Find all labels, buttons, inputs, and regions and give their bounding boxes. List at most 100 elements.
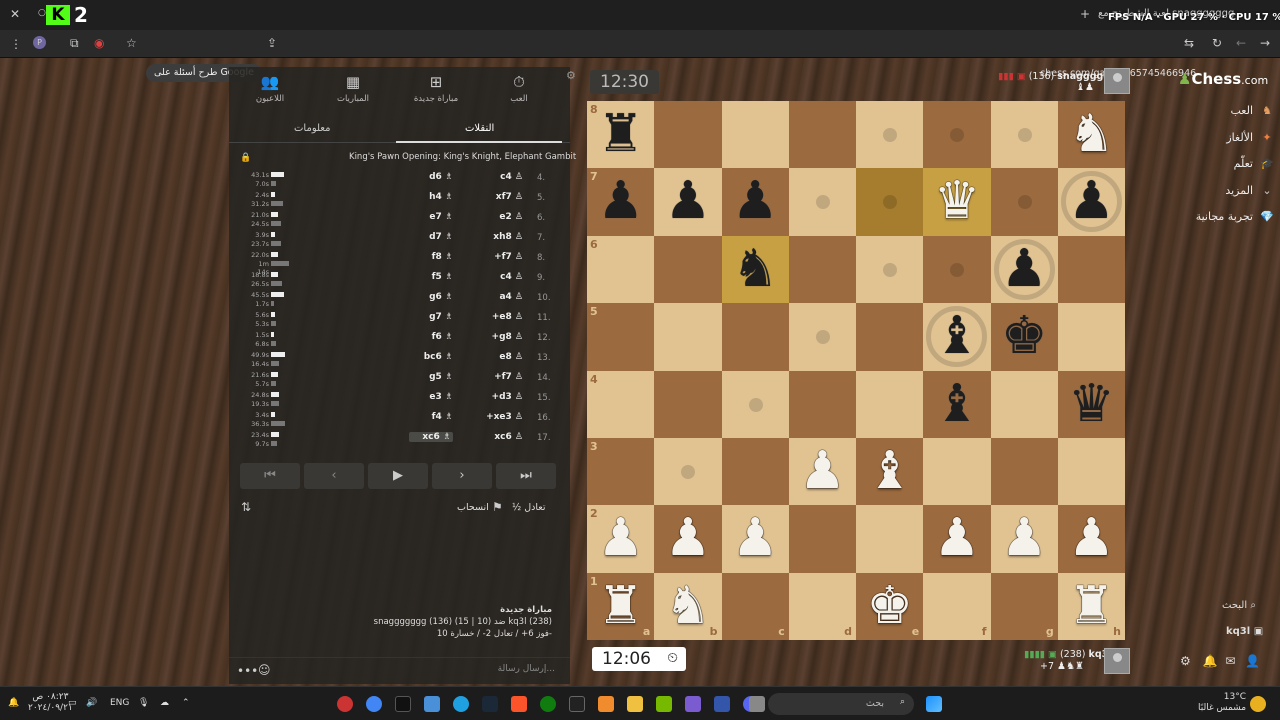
black-move[interactable]: bc6 ♗ bbox=[409, 352, 453, 362]
square-f2[interactable]: ♟ bbox=[923, 505, 991, 573]
square-c5[interactable] bbox=[721, 303, 789, 371]
white-knight-icon[interactable]: ♞ bbox=[1058, 101, 1125, 168]
square-f7[interactable]: ♛ bbox=[923, 168, 991, 236]
flip-board-icon[interactable]: ⇅ bbox=[241, 501, 251, 513]
square-g1[interactable]: g bbox=[990, 572, 1058, 640]
notifications-icon[interactable]: 🔔 bbox=[8, 698, 19, 708]
tiktok-icon[interactable] bbox=[395, 696, 411, 712]
square-e3[interactable]: ♝ bbox=[856, 437, 924, 506]
square-b1[interactable]: ♞ b bbox=[654, 572, 722, 640]
task-view-icon[interactable] bbox=[749, 696, 765, 712]
sidebar-item-2[interactable]: الألغاز ✦ bbox=[1180, 131, 1275, 144]
square-d5[interactable] bbox=[788, 303, 856, 371]
black-king-icon[interactable]: ♚ bbox=[991, 303, 1058, 370]
square-a2[interactable]: ♟ 2 bbox=[587, 505, 655, 573]
white-move[interactable]: +e8 ♙ bbox=[483, 312, 523, 322]
opening-name[interactable]: King's Pawn Opening: King's Knight, Elep… bbox=[349, 152, 576, 162]
white-move[interactable]: xh8 ♙ bbox=[483, 232, 523, 242]
black-move[interactable]: f5 ♗ bbox=[409, 272, 453, 282]
square-g3[interactable] bbox=[990, 437, 1058, 506]
draw-button[interactable]: ½ تعادل bbox=[512, 502, 546, 513]
white-pawn-icon[interactable]: ♟ bbox=[991, 505, 1058, 572]
extensions-icon[interactable]: ⧉ bbox=[70, 37, 79, 49]
square-f6[interactable] bbox=[923, 235, 991, 304]
volume-icon[interactable]: 🔊 bbox=[86, 698, 97, 708]
menu-dots-icon[interactable]: ⋮ bbox=[10, 38, 22, 50]
square-g8[interactable] bbox=[990, 101, 1058, 169]
sidebar-item-5[interactable]: تجربة مجانية 💎 bbox=[1180, 210, 1275, 223]
flag-icon[interactable]: ⚑ bbox=[492, 501, 503, 513]
square-g7[interactable] bbox=[990, 168, 1058, 236]
square-b7[interactable]: ♟ bbox=[654, 168, 722, 236]
square-e2[interactable] bbox=[856, 505, 924, 573]
white-move[interactable]: +g8 ♙ bbox=[483, 332, 523, 342]
square-g5[interactable]: ♚ bbox=[990, 303, 1058, 371]
black-move[interactable]: f6 ♗ bbox=[409, 332, 453, 342]
cloud-icon[interactable]: ☁ bbox=[160, 698, 169, 708]
white-move[interactable]: +f7 ♙ bbox=[483, 252, 523, 262]
chess-board[interactable]: ♜ 8 ♞ ♟ 7 ♟ ♟ ♛ ♟ 6 ♞ ♟ 5 ♝ ♚ 4 ♝ ♛ 3 ♟ ♝ ♟ 2 ♟ ♟ ♟ ♟ ♟ ♜ 1 a ♞ b c d ♚ e f g ♜… bbox=[587, 101, 1125, 640]
move-hint-dot[interactable] bbox=[815, 330, 830, 345]
capture-hint-ring[interactable] bbox=[926, 306, 988, 368]
black-pawn-icon[interactable]: ♟ bbox=[654, 168, 721, 235]
bottom-player-avatar[interactable] bbox=[1104, 648, 1130, 674]
bookmark-star-icon[interactable]: ☆ bbox=[126, 37, 137, 49]
square-d4[interactable] bbox=[788, 370, 856, 438]
square-h5[interactable] bbox=[1057, 303, 1125, 371]
black-move[interactable]: d7 ♗ bbox=[409, 232, 453, 242]
square-d8[interactable] bbox=[788, 101, 856, 169]
chess-com-logo[interactable]: ♟Chess.com bbox=[1178, 70, 1268, 88]
square-d3[interactable]: ♟ bbox=[788, 437, 856, 506]
black-pawn-icon[interactable]: ♟ bbox=[722, 168, 789, 235]
square-f3[interactable] bbox=[923, 437, 991, 506]
tab-new-game[interactable]: ⊞ مباراة جديدة bbox=[396, 73, 476, 104]
square-a3[interactable]: 3 bbox=[587, 437, 655, 506]
weather-widget[interactable]: 13°C مشمس غالبًا bbox=[1198, 692, 1246, 714]
square-a7[interactable]: ♟ 7 bbox=[587, 168, 655, 236]
black-knight-icon[interactable]: ♞ bbox=[722, 236, 789, 303]
chrome-icon[interactable] bbox=[366, 696, 382, 712]
square-h3[interactable] bbox=[1057, 437, 1125, 506]
forward-icon[interactable]: ← bbox=[1236, 37, 1246, 49]
friends-icon[interactable]: 👤 bbox=[1245, 654, 1260, 668]
square-c4[interactable] bbox=[721, 370, 789, 438]
square-b8[interactable] bbox=[654, 101, 722, 169]
first-move-button[interactable]: ⏮ bbox=[240, 463, 300, 489]
square-h6[interactable] bbox=[1057, 235, 1125, 304]
white-move[interactable]: xf7 ♙ bbox=[483, 192, 523, 202]
black-move[interactable]: d6 ♗ bbox=[409, 172, 453, 182]
last-move-button[interactable]: ⏭ bbox=[496, 463, 556, 489]
black-move[interactable]: xc6 ♗ bbox=[409, 432, 453, 442]
lock-icon[interactable]: 🔒 bbox=[240, 153, 251, 163]
bell-icon[interactable]: 🔔 bbox=[1203, 654, 1218, 668]
square-f5[interactable]: ♝ bbox=[923, 303, 991, 371]
recording-icon[interactable]: ◉ bbox=[94, 37, 104, 49]
black-move[interactable]: g5 ♗ bbox=[409, 372, 453, 382]
square-a5[interactable]: 5 bbox=[587, 303, 655, 371]
white-bishop-icon[interactable]: ♝ bbox=[856, 438, 923, 505]
white-move[interactable]: a4 ♙ bbox=[483, 292, 523, 302]
prev-move-button[interactable]: ‹ bbox=[304, 463, 364, 489]
reload-icon[interactable]: ↻ bbox=[1212, 37, 1222, 49]
language-indicator[interactable]: ENG bbox=[110, 698, 129, 708]
square-g4[interactable] bbox=[990, 370, 1058, 438]
square-g6[interactable]: ♟ bbox=[990, 235, 1058, 304]
white-pawn-icon[interactable]: ♟ bbox=[1058, 505, 1125, 572]
app-icon[interactable] bbox=[714, 696, 730, 712]
tab-games[interactable]: ▦ المباريات bbox=[313, 73, 393, 104]
square-c7[interactable]: ♟ bbox=[721, 168, 789, 236]
bottom-player[interactable]: ▮▮▮▮ ▣ (238) kq3l bbox=[1024, 649, 1112, 660]
black-move[interactable]: h4 ♗ bbox=[409, 192, 453, 202]
share-icon[interactable]: ⇪ bbox=[267, 37, 277, 49]
vlc-icon[interactable] bbox=[598, 696, 614, 712]
steam-icon[interactable] bbox=[482, 696, 498, 712]
folder-icon[interactable] bbox=[627, 696, 643, 712]
square-h4[interactable]: ♛ bbox=[1057, 370, 1125, 438]
tray-chevron-icon[interactable]: ⌃ bbox=[182, 698, 190, 708]
black-move[interactable]: g7 ♗ bbox=[409, 312, 453, 322]
play-button[interactable]: ▶ bbox=[368, 463, 428, 489]
square-g2[interactable]: ♟ bbox=[990, 505, 1058, 573]
sidebar-item-3[interactable]: تعلّم 🎓 bbox=[1180, 157, 1275, 170]
edge-icon[interactable] bbox=[453, 696, 469, 712]
square-e6[interactable] bbox=[856, 235, 924, 304]
